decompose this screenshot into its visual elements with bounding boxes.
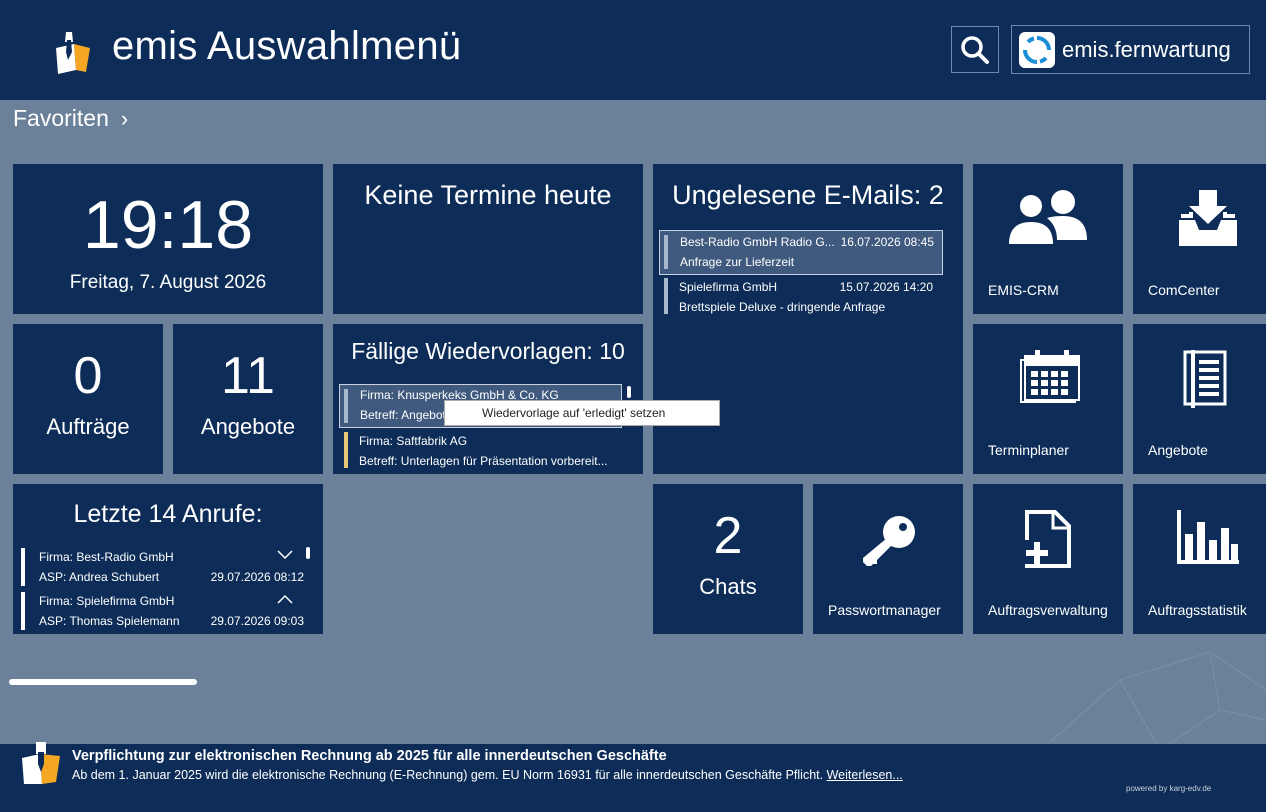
context-menu-item-mark-done[interactable]: Wiedervorlage auf 'erledigt' setzen [444,400,720,426]
emis-news-icon [22,742,60,784]
news-text: Ab dem 1. Januar 2025 wird die elektroni… [72,768,824,782]
search-icon [961,35,989,64]
planner-tile[interactable]: Terminplaner [973,324,1123,474]
followup-company: Firma: Saftfabrik AG [359,434,468,448]
email-date: 16.07.2026 08:45 [840,235,934,249]
followups-tile[interactable]: Fällige Wiedervorlagen: 10 Firma: Knuspe… [333,324,643,474]
email-subject: Anfrage zur Lieferzeit [680,255,795,269]
password-manager-label: Passwortmanager [828,602,941,618]
offers-label: Angebote [200,414,296,439]
order-statistics-tile[interactable]: Auftragsstatistik [1133,484,1266,634]
email-item-marker [664,278,668,314]
order-statistics-label: Auftragsstatistik [1148,602,1247,618]
comcenter-tile[interactable]: ComCenter [1133,164,1266,314]
followup-item-marker [344,389,348,423]
orders-count: 0 [73,347,103,405]
appointments-tile[interactable]: Keine Termine heute [333,164,643,314]
users-icon [1009,190,1087,244]
followups-title: Fällige Wiedervorlagen: 10 [351,338,625,364]
followup-subject: Betreff: Unterlagen für Präsentation vor… [359,454,608,468]
crm-label: EMIS-CRM [988,282,1059,298]
calendar-icon [1020,350,1080,403]
key-icon [863,516,915,566]
clock-tile: 19:18 Freitag, 7. August 2026 [13,164,323,314]
document-list-icon [1183,350,1227,408]
call-contact: ASP: Andrea Schubert [39,570,160,584]
planner-label: Terminplaner [988,442,1069,458]
app-title: emis Auswahlmenü [112,24,462,68]
favorites-label: Favoriten [13,105,109,131]
calls-title: Letzte 14 Anrufe: [73,500,263,528]
email-sender: Spielefirma GmbH [679,280,778,294]
call-date: 29.07.2026 08:12 [210,570,304,584]
comcenter-label: ComCenter [1148,282,1220,298]
call-contact: ASP: Thomas Spielemann [39,614,180,628]
news-footer: Verpflichtung zur elektronischen Rechnun… [0,742,1266,812]
clock-date: Freitag, 7. August 2026 [69,272,267,293]
email-item[interactable]: Best-Radio GmbH Radio G... 16.07.2026 08… [659,230,943,275]
call-company: Firma: Spielefirma GmbH [39,594,175,608]
news-body: Ab dem 1. Januar 2025 wird die elektroni… [72,768,903,782]
chevron-right-icon: › [120,105,129,131]
call-item-marker [21,548,25,586]
favorites-heading[interactable]: Favoriten › [13,105,128,132]
chevron-up-icon[interactable] [277,594,293,604]
appointments-title: Keine Termine heute [364,180,612,210]
emails-title: Ungelesene E-Mails: 2 [672,180,944,210]
search-button[interactable] [951,26,999,73]
news-title: Verpflichtung zur elektronischen Rechnun… [72,748,667,764]
remote-support-label: emis.fernwartung [1062,36,1231,62]
offers-count-tile[interactable]: 11 Angebote [173,324,323,474]
offers-app-label: Angebote [1148,442,1208,458]
orders-label: Aufträge [46,414,130,439]
call-item-marker [21,592,25,630]
powered-by-text: powered by karg-edv.de [1126,784,1212,793]
call-item[interactable]: Firma: Best-Radio GmbH ASP: Andrea Schub… [21,546,306,588]
bar-chart-icon [1177,510,1239,564]
chats-label: Chats [699,574,757,599]
emis-logo-icon [56,32,90,74]
offers-count: 11 [221,347,275,405]
chats-count: 2 [713,507,743,565]
email-item[interactable]: Spielefirma GmbH 15.07.2026 14:20 Bretts… [659,276,941,316]
followup-subject: Betreff: Angebot [360,408,446,422]
email-sender: Best-Radio GmbH Radio G... [680,235,835,249]
remote-support-button[interactable]: emis.fernwartung [1011,25,1250,74]
remote-support-icon [1019,31,1055,68]
email-date: 15.07.2026 14:20 [839,280,933,294]
followups-scrollbar[interactable] [627,386,631,398]
read-more-link[interactable]: Weiterlesen... [827,768,903,782]
orders-tile[interactable]: 0 Aufträge [13,324,163,474]
emails-tile[interactable]: Ungelesene E-Mails: 2 Best-Radio GmbH Ra… [653,164,963,474]
inbox-download-icon [1179,190,1237,246]
header-bar: emis Auswahlmenü emis.fernwartung [0,0,1266,100]
chats-tile[interactable]: 2 Chats [653,484,803,634]
password-manager-tile[interactable]: Passwortmanager [813,484,963,634]
calls-scrollbar[interactable] [306,547,310,559]
order-management-tile[interactable]: Auftragsverwaltung [973,484,1123,634]
call-date: 29.07.2026 09:03 [210,614,304,628]
horizontal-scrollbar[interactable] [9,679,197,685]
clock-time: 19:18 [82,187,254,263]
call-item[interactable]: Firma: Spielefirma GmbH ASP: Thomas Spie… [21,590,306,632]
offers-app-tile[interactable]: Angebote [1133,324,1266,474]
document-add-icon [1025,510,1071,568]
chevron-down-icon[interactable] [277,550,293,560]
crm-tile[interactable]: EMIS-CRM [973,164,1123,314]
calls-tile[interactable]: Letzte 14 Anrufe: Firma: Best-Radio GmbH… [13,484,323,634]
followup-item-marker [344,432,348,468]
email-item-marker [664,235,668,269]
email-subject: Brettspiele Deluxe - dringende Anfrage [679,300,886,314]
followup-item[interactable]: Firma: Saftfabrik AG Betreff: Unterlagen… [339,430,629,470]
call-company: Firma: Best-Radio GmbH [39,550,174,564]
order-management-label: Auftragsverwaltung [988,602,1108,618]
